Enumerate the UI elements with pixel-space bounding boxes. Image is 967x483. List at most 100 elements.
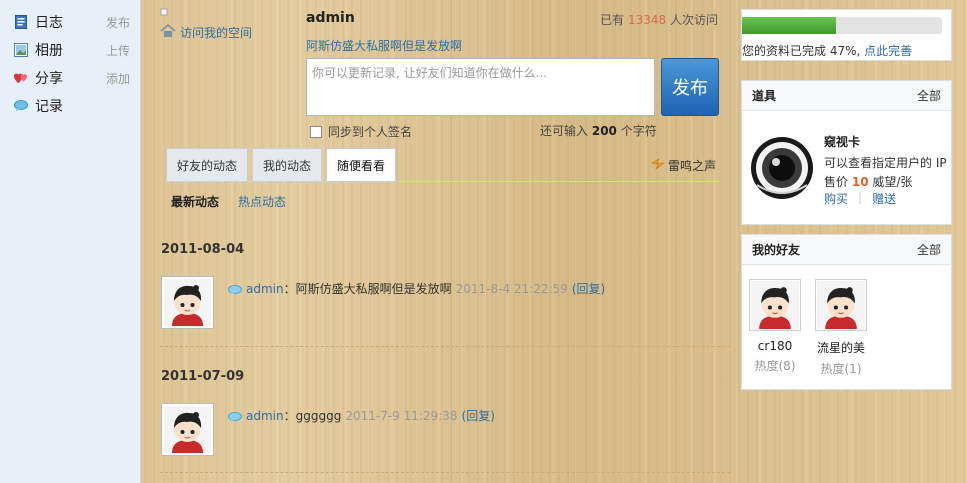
friend-name[interactable]: 流星的美 <box>814 339 868 356</box>
feed-separator <box>160 472 730 473</box>
subtab-hot[interactable]: 热点动态 <box>238 193 286 210</box>
visits-suffix: 人次访问 <box>669 13 718 27</box>
feed-colon: ： <box>283 409 296 423</box>
prop-price: 售价 10 威望/张 <box>824 173 912 190</box>
avatar-image <box>164 279 211 326</box>
price-suffix: 威望/张 <box>872 175 913 189</box>
sidebar-item-label: 记录 <box>35 99 63 115</box>
feed-text: 阿斯仿盛大私服啊但是发放啊 <box>295 282 452 296</box>
avatar[interactable] <box>161 403 214 456</box>
friends-panel: 我的好友 全部 cr180 热度(8) 流星的美 热度(1) <box>741 234 952 390</box>
profile-progress-fill <box>742 17 836 34</box>
feed-user-link[interactable]: admin <box>246 409 284 423</box>
feed-date: 2011-08-04 <box>161 242 245 257</box>
friends-title: 我的好友 <box>752 243 801 257</box>
sidebar-item-label: 分享 <box>35 71 63 87</box>
friend-name[interactable]: cr180 <box>748 339 802 353</box>
friend-card[interactable]: 流星的美 热度(1) <box>814 279 868 377</box>
gift-link[interactable]: 赠送 <box>872 190 896 207</box>
blog-publish-link[interactable]: 发布 <box>106 14 130 31</box>
sidebar-item-share[interactable]: 分享 添加 <box>14 67 134 89</box>
friend-heat: 热度(8) <box>754 359 796 373</box>
sidebar-item-label: 相册 <box>35 43 63 59</box>
friends-all-link[interactable]: 全部 <box>917 241 941 258</box>
avatar[interactable] <box>161 276 214 329</box>
feed-time: 2011-8-4 21:22:59 <box>455 281 568 296</box>
leiming-link[interactable]: 雷鸣之声 <box>651 157 716 174</box>
profile-progress-bar <box>742 17 942 34</box>
action-divider: | <box>858 190 863 204</box>
current-status-link[interactable]: 阿斯仿盛大私服啊但是发放啊 <box>306 37 462 54</box>
sync-checkbox[interactable] <box>310 125 322 138</box>
sidebar-item-album[interactable]: 相册 上传 <box>14 39 134 61</box>
visits-number: 13348 <box>627 13 667 27</box>
buy-link[interactable]: 购买 <box>824 190 848 207</box>
share-add-link[interactable]: 添加 <box>106 70 130 87</box>
feed-date: 2011-07-09 <box>161 369 245 384</box>
price-value: 10 <box>851 175 869 189</box>
progress-label: 您的资料已完成 47%, <box>742 44 861 58</box>
visits-prefix: 已有 <box>600 13 625 27</box>
reply-link[interactable]: (回复) <box>572 280 605 297</box>
spy-card-icon <box>749 135 815 201</box>
tab-my-feed[interactable]: 我的动态 <box>252 148 323 181</box>
sidebar-item-label: 日志 <box>35 15 63 31</box>
sync-signature-option[interactable]: 同步到个人签名 <box>310 123 412 140</box>
complete-profile-link[interactable]: 点此完善 <box>864 44 912 58</box>
tab-friends-feed[interactable]: 好友的动态 <box>166 148 249 181</box>
props-header: 道具 全部 <box>742 81 951 111</box>
avatar[interactable] <box>815 279 867 331</box>
feed-user-link[interactable]: admin <box>246 282 284 296</box>
album-icon <box>14 43 28 57</box>
reply-link[interactable]: (回复) <box>462 407 495 424</box>
thunder-icon <box>651 158 665 173</box>
props-panel: 道具 全部 窥视卡 可以查看指定用户的 IP 售价 10 威望/张 购买 | 赠… <box>741 80 952 225</box>
friend-card[interactable]: cr180 热度(8) <box>748 279 802 374</box>
speech-bubble-icon <box>228 411 242 422</box>
sync-label: 同步到个人签名 <box>328 125 413 139</box>
visit-my-space-link[interactable]: 访问我的空间 <box>160 8 252 41</box>
feed-item: admin ： gggggg 2011-7-9 11:29:38 (回复) <box>228 407 495 424</box>
tab-random[interactable]: 随便看看 <box>326 148 397 181</box>
props-all-link[interactable]: 全部 <box>917 87 941 104</box>
sidebar-item-blog[interactable]: 日志 发布 <box>14 11 134 33</box>
feed-tabs: 好友的动态 我的动态 随便看看 <box>166 148 400 181</box>
subtab-latest[interactable]: 最新动态 <box>171 193 219 210</box>
visit-count: 已有 13348 人次访问 <box>600 11 718 28</box>
feed-separator <box>160 346 730 347</box>
speech-bubble-icon <box>228 284 242 295</box>
remain-count: 200 <box>591 124 617 138</box>
avatar-image <box>164 406 211 453</box>
prop-description: 可以查看指定用户的 IP <box>824 156 947 170</box>
profile-progress-panel: 您的资料已完成 47%, 点此完善 <box>741 9 952 61</box>
tab-divider <box>166 181 719 182</box>
props-title: 道具 <box>752 89 777 103</box>
feed-item: admin ： 阿斯仿盛大私服啊但是发放啊 2011-8-4 21:22:59 … <box>228 280 605 297</box>
price-prefix: 售价 <box>824 175 849 189</box>
avatar[interactable] <box>749 279 801 331</box>
profile-progress-text: 您的资料已完成 47%, 点此完善 <box>742 42 912 59</box>
prop-name: 窥视卡 <box>824 135 861 149</box>
remain-prefix: 还可输入 <box>540 124 589 138</box>
sidebar-item-records[interactable]: 记录 <box>14 95 134 117</box>
left-sidebar: 日志 发布 相册 上传 分享 添加 记录 <box>0 0 141 483</box>
avatar-image <box>817 281 865 329</box>
publish-button[interactable]: 发布 <box>661 58 719 116</box>
prop-actions: 购买 | 赠送 <box>824 190 896 207</box>
avatar-image <box>751 281 799 329</box>
remaining-chars: 还可输入 200 个字符 <box>540 122 657 139</box>
album-upload-link[interactable]: 上传 <box>106 42 130 59</box>
friends-header: 我的好友 全部 <box>742 235 951 265</box>
status-input-box[interactable] <box>306 58 655 116</box>
home-icon <box>160 8 176 37</box>
heart-share-icon <box>14 71 28 85</box>
username: admin <box>306 10 355 26</box>
feed-time: 2011-7-9 11:29:38 <box>345 408 458 423</box>
feed-colon: ： <box>283 282 296 296</box>
visit-my-space-text: 访问我的空间 <box>180 26 253 40</box>
remain-suffix: 个字符 <box>620 124 657 138</box>
feed-text: gggggg <box>295 408 342 423</box>
leiming-label: 雷鸣之声 <box>667 159 716 173</box>
speech-bubble-icon <box>14 99 28 113</box>
status-input[interactable] <box>312 64 649 110</box>
